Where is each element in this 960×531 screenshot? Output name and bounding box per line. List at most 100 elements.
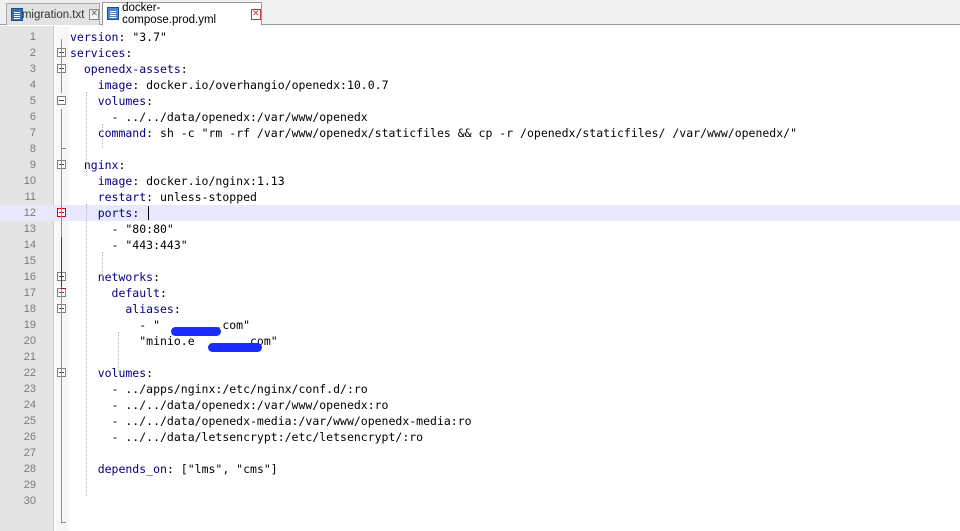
yaml-key: nginx — [70, 158, 119, 172]
line-number: 11 — [24, 191, 36, 203]
code-line[interactable]: 15 — [0, 253, 960, 269]
code-line[interactable]: 27 — [0, 445, 960, 461]
code-line[interactable]: 1 version: "3.7" — [0, 29, 960, 45]
line-number: 13 — [23, 223, 36, 235]
code-line[interactable]: 7 command: sh -c "rm -rf /var/www/opened… — [0, 125, 960, 141]
yaml-key: image — [70, 78, 133, 92]
yaml-value: sh -c "rm -rf /var/www/openedx/staticfil… — [153, 126, 798, 140]
code-line[interactable]: 20 "minio.e .com" — [0, 333, 960, 349]
yaml-value: ["lms", "cms"] — [173, 462, 278, 476]
line-number: 19 — [23, 319, 36, 331]
code-line[interactable]: 13 - "80:80" — [0, 221, 960, 237]
code-line[interactable]: 5 volumes: — [0, 93, 960, 109]
line-number: 30 — [23, 495, 36, 507]
code-text: - ../../data/openedx:/var/www/openedx:ro — [70, 397, 389, 413]
code-line[interactable]: 18 aliases: — [0, 301, 960, 317]
yaml-key: volumes — [70, 94, 147, 108]
yaml-value: - ../../data/openedx-media:/var/www/open… — [70, 414, 472, 428]
code-line[interactable]: 2 services: — [0, 45, 960, 61]
code-line[interactable]: 25 - ../../data/openedx-media:/var/www/o… — [0, 413, 960, 429]
file-icon — [107, 7, 119, 21]
redaction-mark — [171, 327, 221, 336]
yaml-value: unless-stopped — [153, 190, 257, 204]
line-number: 6 — [29, 111, 36, 123]
yaml-value: - ../../data/openedx:/var/www/openedx — [70, 110, 368, 124]
code-line[interactable]: 29 — [0, 477, 960, 493]
line-number: 2 — [29, 47, 36, 59]
code-text: - ../apps/nginx:/etc/nginx/conf.d/:ro — [70, 381, 368, 397]
yaml-colon: : — [180, 62, 188, 76]
tab-label: docker-compose.prod.yml — [122, 2, 217, 26]
line-number: 17 — [23, 287, 36, 299]
line-number: 29 — [23, 479, 36, 491]
line-number: 12 — [23, 207, 36, 219]
yaml-colon: : — [166, 462, 174, 476]
code-line[interactable]: 12 ports: — [0, 205, 960, 221]
yaml-value: docker.io/overhangio/openedx:10.0.7 — [139, 78, 389, 92]
line-number: 18 — [23, 303, 36, 315]
indent-guide — [86, 92, 87, 176]
fold-line — [61, 237, 62, 287]
code-line[interactable]: 30 — [0, 493, 960, 509]
fold-end-marker — [61, 148, 66, 149]
yaml-value: docker.io/nginx:1.13 — [139, 174, 285, 188]
fold-toggle-icon[interactable] — [57, 96, 66, 105]
code-line[interactable]: 4 image: docker.io/overhangio/openedx:10… — [0, 77, 960, 93]
yaml-key: depends_on — [70, 462, 167, 476]
close-icon[interactable]: ✕ — [250, 8, 261, 20]
line-number: 25 — [23, 415, 36, 427]
code-line[interactable]: 28 depends_on: ["lms", "cms"] — [0, 461, 960, 477]
code-text: - " .com" — [70, 317, 250, 333]
code-line[interactable]: 23 - ../apps/nginx:/etc/nginx/conf.d/:ro — [0, 381, 960, 397]
code-text: version: "3.7" — [70, 29, 167, 45]
code-text: image: docker.io/nginx:1.13 — [70, 173, 285, 189]
yaml-key: version — [70, 30, 119, 44]
yaml-key: command — [70, 126, 147, 140]
code-text: restart: unless-stopped — [70, 189, 257, 205]
code-text: volumes: — [70, 365, 153, 381]
line-number: 20 — [23, 335, 36, 347]
code-text: - ../../data/openedx:/var/www/openedx — [70, 109, 368, 125]
code-text: openedx-assets: — [70, 61, 188, 77]
code-text: services: — [70, 45, 132, 61]
yaml-colon: : — [118, 158, 126, 172]
code-line[interactable]: 16 networks: — [0, 269, 960, 285]
code-line[interactable]: 17 default: — [0, 285, 960, 301]
close-icon[interactable]: ✕ — [89, 9, 99, 20]
yaml-value: - ../../data/openedx:/var/www/openedx:ro — [70, 398, 389, 412]
code-line[interactable]: 14 - "443:443" — [0, 237, 960, 253]
fold-line — [61, 109, 62, 522]
code-line[interactable]: 10 image: docker.io/nginx:1.13 — [0, 173, 960, 189]
yaml-value: - ../apps/nginx:/etc/nginx/conf.d/:ro — [70, 382, 368, 396]
code-line[interactable]: 11 restart: unless-stopped — [0, 189, 960, 205]
code-text: volumes: — [70, 93, 153, 109]
indent-guide — [102, 252, 103, 276]
yaml-key: default — [70, 286, 161, 300]
line-number: 8 — [29, 143, 36, 155]
tab-docker-compose-prod-yml[interactable]: docker-compose.prod.yml ✕ — [102, 2, 262, 26]
line-number: 4 — [29, 79, 36, 91]
text-caret — [148, 206, 149, 220]
code-line[interactable]: 9 nginx: — [0, 157, 960, 173]
code-editor[interactable]: 1 version: "3.7" 2 services: 3 openedx-asset… — [0, 26, 960, 531]
code-line[interactable]: 24 - ../../data/openedx:/var/www/openedx… — [0, 397, 960, 413]
code-text: nginx: — [70, 157, 126, 173]
line-number: 10 — [23, 175, 36, 187]
line-number: 3 — [29, 63, 36, 75]
line-number: 16 — [23, 271, 36, 283]
yaml-key: openedx-assets — [70, 62, 181, 76]
code-line[interactable]: 21 — [0, 349, 960, 365]
indent-guide — [102, 124, 103, 148]
code-line[interactable]: 26 - ../../data/letsencrypt:/etc/letsenc… — [0, 429, 960, 445]
line-number: 9 — [29, 159, 36, 171]
file-icon — [11, 7, 23, 22]
code-line[interactable]: 19 - " .com" — [0, 317, 960, 333]
code-line[interactable]: 6 - ../../data/openedx:/var/www/openedx — [0, 109, 960, 125]
yaml-key: networks — [70, 270, 154, 284]
code-line[interactable]: 22 volumes: — [0, 365, 960, 381]
yaml-colon: : — [146, 94, 154, 108]
tab-bar: migration.txt ✕ docker-compose.prod.yml … — [0, 0, 960, 26]
code-line[interactable]: 8 — [0, 141, 960, 157]
code-line[interactable]: 3 openedx-assets: — [0, 61, 960, 77]
tab-migration-txt[interactable]: migration.txt ✕ — [6, 3, 100, 25]
